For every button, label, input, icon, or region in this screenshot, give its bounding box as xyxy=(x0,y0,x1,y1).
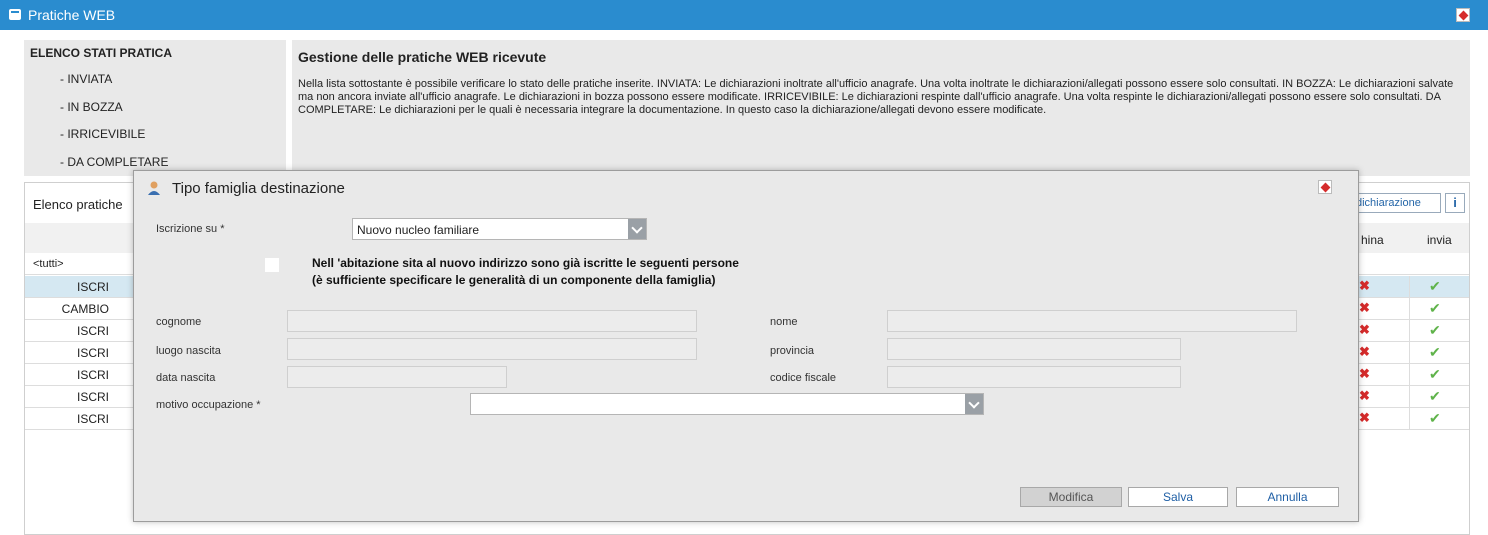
destination-family-dialog: Tipo famiglia destinazione Iscrizione su… xyxy=(133,170,1359,522)
send-icon[interactable]: ✔ xyxy=(1429,322,1441,339)
provincia-field[interactable] xyxy=(887,338,1181,360)
row-type: ISCRI xyxy=(76,346,109,360)
col-invia[interactable]: invia xyxy=(1427,233,1452,247)
info-description: Nella lista sottostante è possibile veri… xyxy=(298,78,1454,116)
filter-all[interactable]: <tutti> xyxy=(33,258,64,270)
row-type: ISCRI xyxy=(76,280,109,294)
declaration-button[interactable]: dichiarazione xyxy=(1351,193,1441,213)
delete-icon[interactable]: ✖ xyxy=(1359,344,1370,360)
delete-icon[interactable]: ✖ xyxy=(1359,388,1370,404)
send-icon[interactable]: ✔ xyxy=(1429,278,1441,295)
states-heading: ELENCO STATI PRATICA xyxy=(30,46,172,60)
state-irricevibile: - IRRICEVIBILE xyxy=(60,127,146,141)
existing-family-checkbox[interactable] xyxy=(265,258,279,272)
row-type: ISCRI xyxy=(76,368,109,382)
modifica-button[interactable]: Modifica xyxy=(1020,487,1122,507)
send-icon[interactable]: ✔ xyxy=(1429,410,1441,427)
state-inviata: - INVIATA xyxy=(60,72,113,86)
send-icon[interactable]: ✔ xyxy=(1429,344,1441,361)
send-icon[interactable]: ✔ xyxy=(1429,300,1441,317)
motivo-label: motivo occupazione * xyxy=(156,399,261,411)
row-type: ISCRI xyxy=(76,324,109,338)
app-titlebar: Pratiche WEB xyxy=(0,0,1488,30)
dialog-title: Tipo famiglia destinazione xyxy=(172,180,345,197)
person-icon xyxy=(148,181,160,195)
cognome-label: cognome xyxy=(156,316,202,328)
data-nascita-label: data nascita xyxy=(156,372,216,384)
state-da-completare: - DA COMPLETARE xyxy=(60,155,169,169)
nome-label: nome xyxy=(770,316,798,328)
data-nascita-field[interactable] xyxy=(287,366,507,388)
annulla-button[interactable]: Annulla xyxy=(1236,487,1339,507)
close-icon[interactable] xyxy=(1456,8,1470,22)
send-icon[interactable]: ✔ xyxy=(1429,366,1441,383)
send-icon[interactable]: ✔ xyxy=(1429,388,1441,405)
provincia-label: provincia xyxy=(770,345,815,357)
state-in-bozza: - IN BOZZA xyxy=(60,100,123,114)
existing-family-note: Nell 'abitazione sita al nuovo indirizzo… xyxy=(312,255,739,289)
codice-fiscale-label: codice fiscale xyxy=(770,372,837,384)
delete-icon[interactable]: ✖ xyxy=(1359,322,1370,338)
nome-field[interactable] xyxy=(887,310,1297,332)
delete-icon[interactable]: ✖ xyxy=(1359,300,1370,316)
window-icon xyxy=(9,9,21,20)
codice-fiscale-field[interactable] xyxy=(887,366,1181,388)
states-panel: ELENCO STATI PRATICA - INVIATA - IN BOZZ… xyxy=(24,40,286,176)
delete-icon[interactable]: ✖ xyxy=(1359,278,1370,294)
dialog-header: Tipo famiglia destinazione xyxy=(134,171,1358,207)
list-title: Elenco pratiche xyxy=(33,197,123,212)
chevron-down-icon[interactable] xyxy=(628,219,646,239)
motivo-select[interactable] xyxy=(470,393,984,415)
note-line-1: Nell 'abitazione sita al nuovo indirizzo… xyxy=(312,256,739,270)
delete-icon[interactable]: ✖ xyxy=(1359,410,1370,426)
iscrizione-value: Nuovo nucleo familiare xyxy=(357,223,480,237)
iscrizione-select[interactable]: Nuovo nucleo familiare xyxy=(352,218,647,240)
chevron-down-icon[interactable] xyxy=(965,394,983,414)
luogo-nascita-field[interactable] xyxy=(287,338,697,360)
iscrizione-label: Iscrizione su * xyxy=(156,223,225,235)
delete-icon[interactable]: ✖ xyxy=(1359,366,1370,382)
col-elimina[interactable]: hina xyxy=(1361,233,1384,247)
luogo-nascita-label: luogo nascita xyxy=(156,345,221,357)
row-type: CAMBIO xyxy=(61,302,109,316)
note-line-2: (è sufficiente specificare le generalità… xyxy=(312,273,716,287)
row-type: ISCRI xyxy=(76,412,109,426)
info-panel: Gestione delle pratiche WEB ricevute Nel… xyxy=(292,40,1470,176)
info-icon[interactable]: i xyxy=(1445,193,1465,213)
salva-button[interactable]: Salva xyxy=(1128,487,1228,507)
cognome-field[interactable] xyxy=(287,310,697,332)
dialog-close-icon[interactable] xyxy=(1318,180,1332,194)
app-title: Pratiche WEB xyxy=(28,7,116,23)
info-heading: Gestione delle pratiche WEB ricevute xyxy=(298,49,547,65)
row-type: ISCRI xyxy=(76,390,109,404)
